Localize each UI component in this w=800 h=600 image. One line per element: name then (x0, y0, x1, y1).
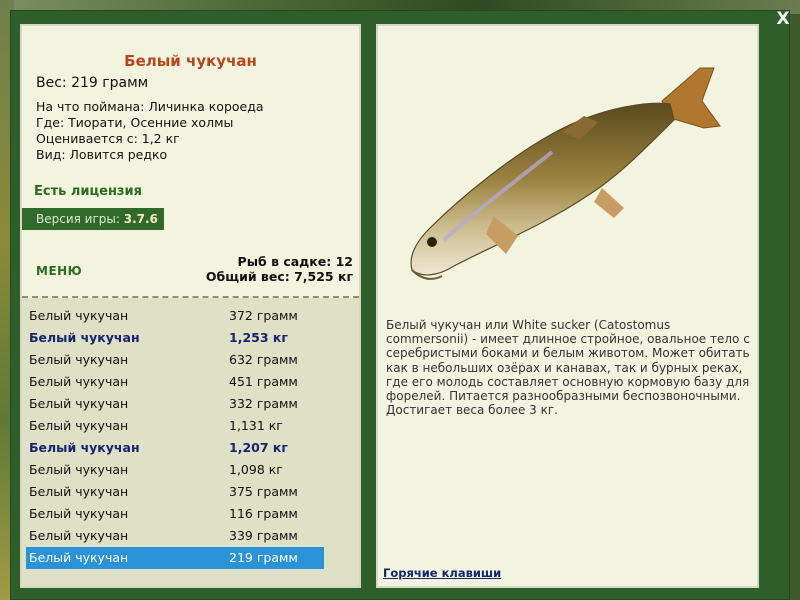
catch-weight: 632 грамм (229, 352, 298, 367)
catch-weight: 1,098 кг (229, 462, 283, 477)
catch-weight: 1,207 кг (229, 440, 288, 455)
catch-name: Белый чукучан (29, 352, 129, 367)
version-number: 3.7.6 (123, 212, 158, 226)
close-button[interactable]: X (772, 8, 794, 30)
catch-name: Белый чукучан (29, 528, 129, 543)
catch-name: Белый чукучан (29, 418, 129, 433)
catch-weight: 339 грамм (229, 528, 298, 543)
list-item[interactable]: Белый чукучан 375 грамм (26, 481, 324, 503)
list-item[interactable]: Белый чукучан 632 грамм (26, 349, 324, 371)
catch-name: Белый чукучан (29, 374, 129, 389)
catch-list: Белый чукучан 372 грамм Белый чукучан 1,25… (22, 298, 359, 586)
catch-name: Белый чукучан (29, 462, 129, 477)
catch-weight: 451 грамм (229, 374, 298, 389)
catch-weight: 1,131 кг (229, 418, 283, 433)
fish-info-panel: Белый чукучан Вес: 219 грамм На что пойм… (20, 24, 361, 588)
catch-weight: 116 грамм (229, 506, 298, 521)
license-status: Есть лицензия (34, 184, 142, 199)
white-sucker-fish-illustration (410, 67, 721, 280)
catch-name: Белый чукучан (29, 330, 140, 345)
keepnet-stats: Рыб в садке: 12 Общий вес: 7,525 кг (206, 254, 353, 284)
fish-weight: Вес: 219 грамм (36, 75, 149, 91)
list-item[interactable]: Белый чукучан 339 грамм (26, 525, 324, 547)
catch-weight: 372 грамм (229, 308, 298, 323)
version-label: Версия игры: (36, 212, 120, 226)
fish-description: Белый чукучан или White sucker (Catostom… (386, 318, 750, 418)
catch-weight: 332 грамм (229, 396, 298, 411)
total-weight: Общий вес: 7,525 кг (205, 269, 353, 284)
fish-value: Оценивается с: 1,2 кг (36, 131, 180, 146)
list-item[interactable]: Белый чукучан 1,131 кг (26, 415, 324, 437)
list-item[interactable]: Белый чукучан 1,207 кг (26, 437, 324, 459)
catch-name: Белый чукучан (29, 550, 129, 565)
fish-count: Рыб в садке: 12 (237, 254, 353, 269)
list-item[interactable]: Белый чукучан 1,253 кг (26, 327, 324, 349)
catch-name: Белый чукучан (29, 484, 129, 499)
catch-weight: 219 грамм (229, 550, 298, 565)
fish-picture-panel: Белый чукучан или White sucker (Catostom… (376, 24, 759, 588)
list-item[interactable]: Белый чукучан 219 грамм (26, 547, 324, 569)
list-item[interactable]: Белый чукучан 116 грамм (26, 503, 324, 525)
fish-details: Белый чукучан Вес: 219 грамм На что пойм… (22, 26, 359, 296)
catch-name: Белый чукучан (29, 308, 129, 323)
fish-location: Где: Тиорати, Осенние холмы (36, 115, 234, 130)
list-item[interactable]: Белый чукучан 1,098 кг (26, 459, 324, 481)
fish-bait: На что поймана: Личинка короеда (36, 99, 264, 114)
list-item[interactable]: Белый чукучан 372 грамм (26, 305, 324, 327)
fish-title: Белый чукучан (124, 52, 257, 70)
list-item[interactable]: Белый чукучан 332 грамм (26, 393, 324, 415)
catch-weight: 375 грамм (229, 484, 298, 499)
list-item[interactable]: Белый чукучан 451 грамм (26, 371, 324, 393)
catch-name: Белый чукучан (29, 506, 129, 521)
catch-weight: 1,253 кг (229, 330, 288, 345)
catch-name: Белый чукучан (29, 440, 140, 455)
fish-rarity: Вид: Ловится редко (36, 147, 168, 162)
version-badge: Версия игры: 3.7.6 (22, 208, 164, 230)
menu-button[interactable]: МЕНЮ (36, 264, 82, 278)
catch-name: Белый чукучан (29, 396, 129, 411)
hotkeys-link[interactable]: Горячие клавиши (383, 566, 501, 580)
